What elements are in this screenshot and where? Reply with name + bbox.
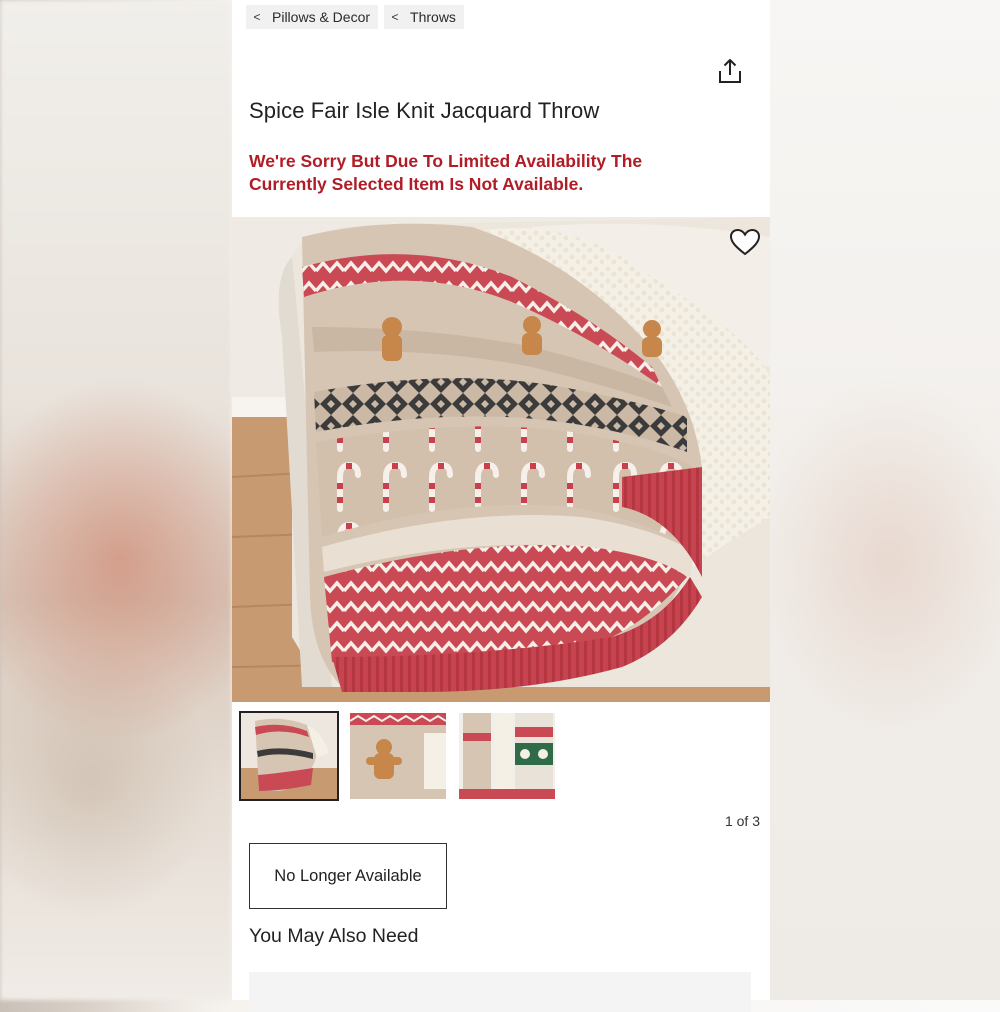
breadcrumb-label: Throws xyxy=(410,9,456,25)
blurred-backdrop-right xyxy=(770,0,1000,1000)
breadcrumb-label: Pillows & Decor xyxy=(272,9,371,25)
thumbnail-throw-variants[interactable] xyxy=(459,713,555,799)
availability-notice-line-2: Currently Selected Item Is Not Available… xyxy=(249,174,584,194)
breadcrumb-item-pillows-decor[interactable]: < Pillows & Decor xyxy=(246,5,379,29)
chevron-left-icon: < xyxy=(253,10,261,24)
section-title-recommendations: You May Also Need xyxy=(249,925,419,947)
product-page: < Pillows & Decor < Throws Spice Fair Is… xyxy=(232,0,770,1012)
availability-notice-line-1: We're Sorry But Due To Limited Availabil… xyxy=(249,151,643,171)
image-counter: 1 of 3 xyxy=(724,813,760,829)
breadcrumb: < Pillows & Decor < Throws xyxy=(246,5,464,29)
thumbnail-throw-on-sofa[interactable] xyxy=(239,711,339,801)
no-longer-available-button[interactable]: No Longer Available xyxy=(249,843,447,909)
chevron-left-icon: < xyxy=(391,10,399,24)
availability-notice: We're Sorry But Due To Limited Availabil… xyxy=(249,150,749,196)
heart-outline-icon[interactable] xyxy=(728,227,762,257)
breadcrumb-item-throws[interactable]: < Throws xyxy=(384,5,464,29)
share-icon[interactable] xyxy=(717,57,743,85)
blurred-backdrop-left xyxy=(0,0,232,1000)
product-main-image[interactable] xyxy=(232,217,770,702)
thumbnail-strip xyxy=(239,711,555,801)
recommendation-card[interactable] xyxy=(249,972,751,1012)
product-title: Spice Fair Isle Knit Jacquard Throw xyxy=(249,98,600,123)
thumbnail-gingerbread-closeup[interactable] xyxy=(350,713,446,799)
